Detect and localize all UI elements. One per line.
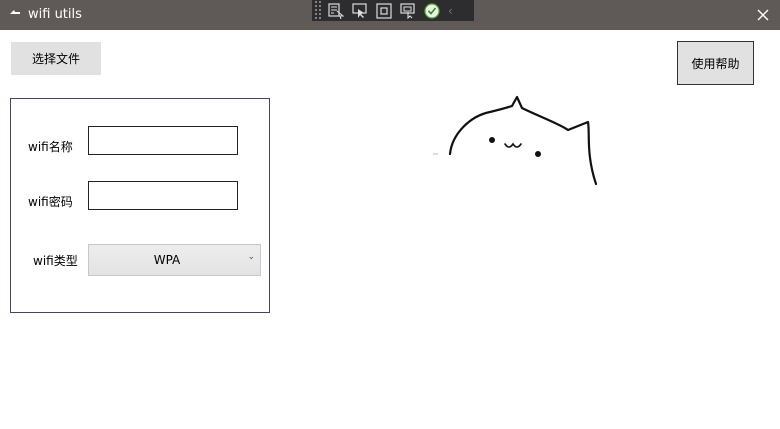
debug-toolbar: ‹ bbox=[312, 0, 474, 21]
chevron-down-icon: ⌄ bbox=[247, 252, 255, 262]
toolbar-grip[interactable] bbox=[314, 0, 322, 21]
window-title: wifi utils bbox=[28, 7, 82, 22]
wifi-type-select[interactable]: WPA ⌄ bbox=[88, 244, 261, 276]
close-button[interactable] bbox=[750, 2, 776, 28]
pointer-select-icon[interactable] bbox=[350, 1, 370, 21]
track-focus-icon[interactable] bbox=[398, 1, 418, 21]
wifi-password-label: wifi密码 bbox=[28, 195, 73, 209]
wifi-password-input[interactable] bbox=[88, 181, 238, 210]
wifi-name-label: wifi名称 bbox=[28, 140, 73, 154]
select-element-icon[interactable] bbox=[326, 1, 346, 21]
wifi-type-value: WPA bbox=[153, 253, 181, 267]
close-icon bbox=[757, 9, 769, 21]
help-button[interactable]: 使用帮助 bbox=[677, 41, 754, 85]
cat-illustration bbox=[433, 95, 598, 186]
select-file-button[interactable]: 选择文件 bbox=[11, 42, 101, 75]
app-icon bbox=[9, 8, 21, 21]
wifi-form-group: wifi名称 wifi密码 wifi类型 WPA ⌄ bbox=[10, 98, 270, 313]
binding-check-icon[interactable] bbox=[422, 1, 442, 21]
wifi-name-input[interactable] bbox=[88, 126, 238, 155]
wifi-type-label: wifi类型 bbox=[33, 254, 78, 268]
layout-adorner-icon[interactable] bbox=[374, 1, 394, 21]
collapse-toolbar-icon[interactable]: ‹ bbox=[448, 4, 453, 18]
